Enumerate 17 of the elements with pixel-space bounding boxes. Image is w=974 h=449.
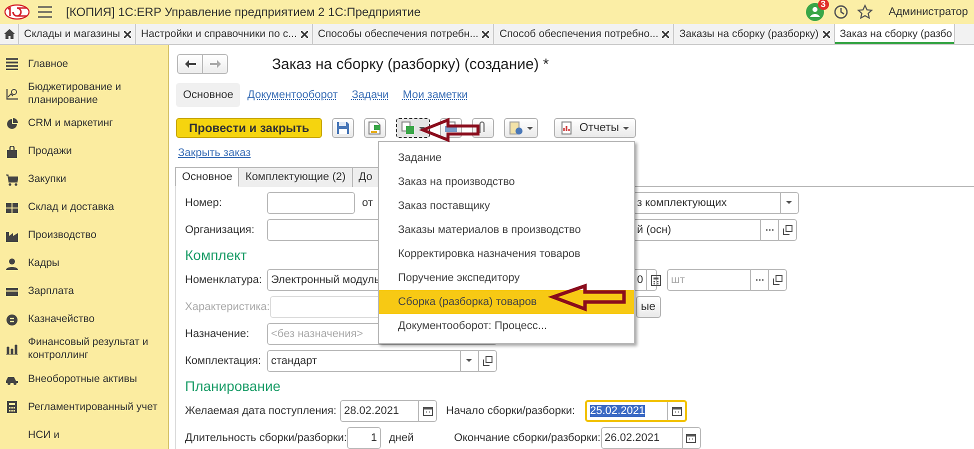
- section-heading: Планирование: [185, 377, 281, 395]
- field-label: от: [362, 197, 373, 209]
- field-label: Комплектация:: [185, 355, 262, 367]
- form-title: Заказ на сборку (разборку) (создание) *: [272, 56, 549, 72]
- window-title: [КОПИЯ] 1С:ERP Управление предприятием 2 1С:Предприятие: [66, 5, 421, 19]
- field-label: Окончание сборки/разборки:: [454, 432, 601, 444]
- field-label: Назначение:: [185, 328, 250, 340]
- notification-badge: 3: [818, 0, 829, 10]
- section-heading: Комплект: [185, 246, 247, 264]
- field-label: Организация:: [185, 224, 256, 236]
- field-label: Номенклатура:: [185, 274, 263, 286]
- field-label: дней: [388, 432, 415, 444]
- field-label: Начало сборки/разборки:: [446, 405, 576, 417]
- field-label: Длительность сборки/разборки:: [185, 432, 347, 444]
- field-label: Желаемая дата поступления:: [185, 405, 338, 417]
- field-label: Номер:: [185, 197, 223, 209]
- field-label: Характеристика:: [185, 301, 270, 313]
